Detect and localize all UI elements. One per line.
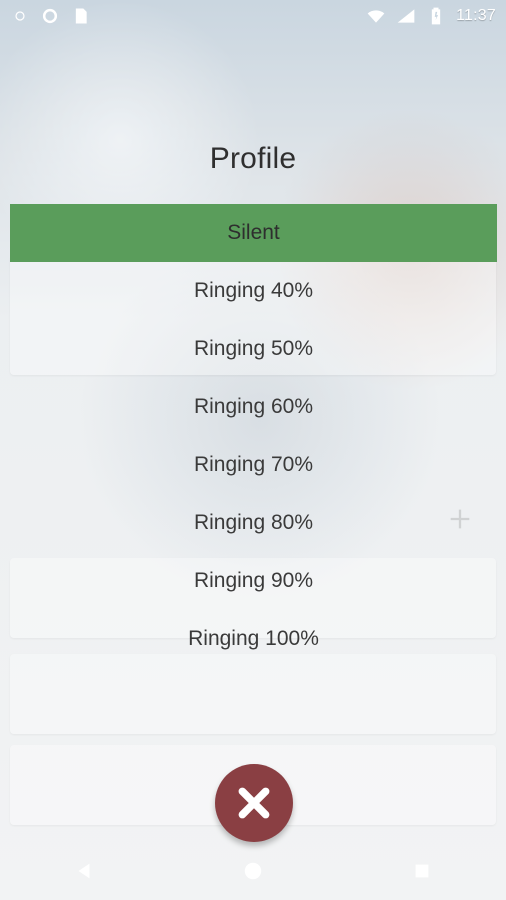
status-bar-left bbox=[10, 6, 90, 26]
sd-card-icon bbox=[75, 8, 87, 24]
profile-option-label: Silent bbox=[227, 221, 280, 244]
status-bar-right: 11:37 bbox=[366, 6, 496, 26]
profile-option-silent[interactable]: Silent bbox=[10, 204, 497, 262]
back-button[interactable] bbox=[59, 846, 109, 896]
home-icon bbox=[244, 862, 262, 880]
profile-option-ringing-60[interactable]: Ringing 60% bbox=[10, 378, 497, 436]
close-button[interactable] bbox=[215, 764, 293, 842]
recents-button[interactable] bbox=[397, 846, 447, 896]
profile-option-ringing-100[interactable]: Ringing 100% bbox=[10, 610, 497, 668]
recents-icon bbox=[415, 864, 429, 878]
profile-option-ringing-40[interactable]: Ringing 40% bbox=[10, 262, 497, 320]
profile-option-label: Ringing 90% bbox=[193, 569, 314, 592]
status-time: 11:37 bbox=[456, 7, 496, 24]
back-icon bbox=[78, 863, 90, 879]
profile-option-ringing-70[interactable]: Ringing 70% bbox=[10, 436, 497, 494]
battery-icon bbox=[431, 7, 441, 25]
profile-option-label: Ringing 60% bbox=[193, 395, 314, 418]
settings-icon bbox=[15, 11, 25, 21]
profile-option-label: Ringing 70% bbox=[193, 453, 314, 476]
signal-icon bbox=[397, 9, 415, 23]
profile-option-label: Ringing 50% bbox=[193, 337, 314, 360]
status-bar: 11:37 bbox=[0, 0, 506, 32]
navigation-bar bbox=[0, 842, 506, 900]
profile-option-label: Ringing 80% bbox=[193, 511, 314, 534]
wifi-icon bbox=[367, 10, 385, 23]
profile-option-ringing-80[interactable]: Ringing 80% bbox=[10, 494, 497, 552]
dialog-title: Profile bbox=[209, 142, 297, 175]
close-icon bbox=[238, 787, 270, 819]
home-button[interactable] bbox=[228, 846, 278, 896]
circle-icon bbox=[42, 8, 58, 24]
profile-option-label: Ringing 40% bbox=[193, 279, 314, 302]
profile-options-list: Silent Ringing 40% Ringing 50% Ringing 6… bbox=[10, 204, 497, 668]
profile-option-ringing-50[interactable]: Ringing 50% bbox=[10, 320, 497, 378]
profile-option-label: Ringing 100% bbox=[188, 627, 319, 650]
profile-option-ringing-90[interactable]: Ringing 90% bbox=[10, 552, 497, 610]
